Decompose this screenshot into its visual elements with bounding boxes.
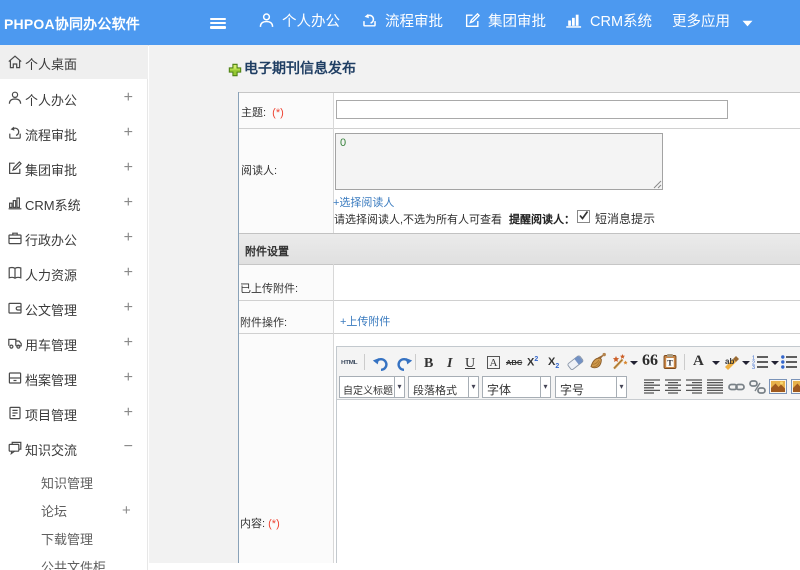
svg-text:T: T (667, 358, 673, 368)
svg-text:3: 3 (752, 365, 755, 369)
svg-text:ab: ab (725, 357, 734, 366)
